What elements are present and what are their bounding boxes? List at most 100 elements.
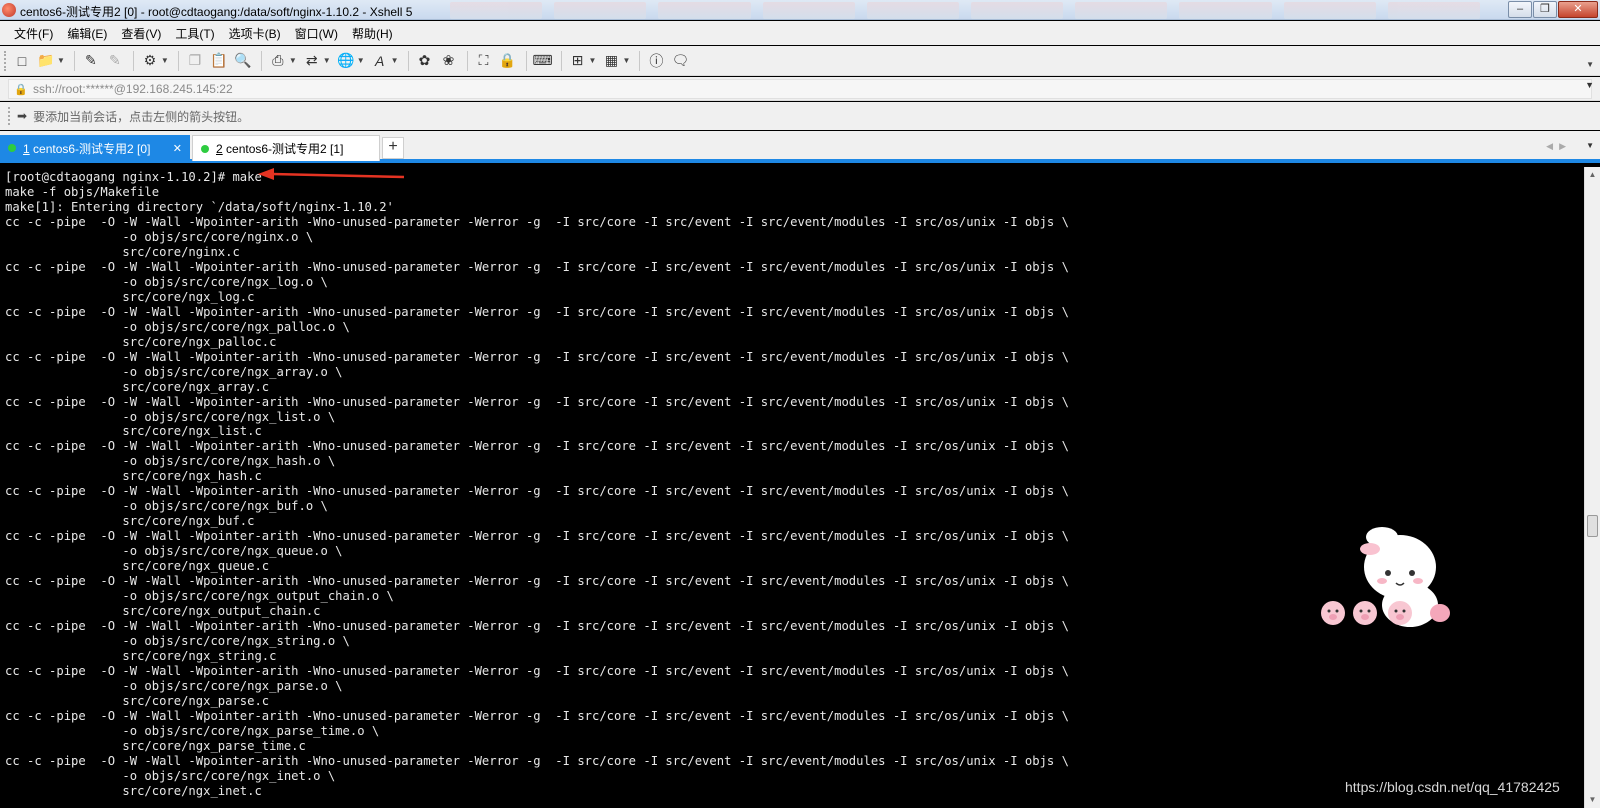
- reconnect-icon[interactable]: ✎: [80, 50, 102, 72]
- tab-close-icon[interactable]: ✕: [173, 142, 182, 155]
- watermark-url: https://blog.csdn.net/qq_41782425: [1345, 779, 1560, 795]
- terminal-line: -o objs/src/core/ngx_string.o \: [122, 634, 350, 649]
- transfer-dropdown-icon[interactable]: ▼: [323, 56, 331, 65]
- scroll-thumb[interactable]: [1587, 515, 1598, 537]
- terminal-line: cc -c -pipe -O -W -Wall -Wpointer-arith …: [5, 214, 1069, 229]
- disconnect-icon[interactable]: ✎: [104, 50, 126, 72]
- terminal-line: cc -c -pipe -O -W -Wall -Wpointer-arith …: [5, 753, 1069, 768]
- annotation-arrow-head: [258, 168, 274, 180]
- menu-window[interactable]: 窗口(W): [289, 25, 344, 42]
- terminal-line: src/core/ngx_buf.c: [122, 514, 255, 529]
- terminal-line: src/core/ngx_parse_time.c: [122, 738, 306, 753]
- tab-label: 2 centos6-测试专用2 [1]: [216, 140, 343, 157]
- terminal-line: -o objs/src/core/ngx_array.o \: [122, 364, 343, 379]
- terminal-text: [root@cdtaogang nginx-1.10.2]# make make…: [5, 170, 1069, 799]
- help-icon[interactable]: ⓘ: [645, 50, 667, 72]
- close-icon[interactable]: ✕: [1558, 1, 1598, 18]
- tab-bar: 1 centos6-测试专用2 [0] ✕ 2 centos6-测试专用2 [1…: [0, 131, 1600, 163]
- terminal-line: src/core/ngx_inet.c: [5, 783, 262, 798]
- xshell-app-icon: [2, 3, 16, 17]
- terminal-lines: make -f objs/Makefile make[1]: Entering …: [5, 185, 1069, 798]
- minimize-icon[interactable]: –: [1508, 1, 1532, 18]
- layout-dropdown-icon[interactable]: ▼: [622, 56, 630, 65]
- status-dot-icon: [8, 144, 16, 152]
- lock-icon[interactable]: 🔒: [497, 50, 519, 72]
- address-field[interactable]: 🔒 ssh://root:******@192.168.245.145:22: [8, 79, 1592, 99]
- transfer-icon[interactable]: ⇄: [301, 50, 323, 72]
- chat-icon[interactable]: 🗨: [669, 50, 691, 72]
- open-folder-icon[interactable]: 📁: [35, 50, 57, 72]
- terminal-line: cc -c -pipe -O -W -Wall -Wpointer-arith …: [5, 439, 1069, 454]
- terminal-line: -o objs/src/core/ngx_inet.o \: [122, 768, 336, 783]
- annotation-arrow-line: [271, 172, 405, 179]
- scroll-down-icon[interactable]: ▼: [1585, 792, 1600, 808]
- tab-number: 2: [216, 142, 223, 156]
- window-controls: – ❐ ✕: [1508, 1, 1598, 18]
- globe-icon[interactable]: 🌐: [335, 50, 357, 72]
- terminal-line: src/core/nginx.c: [122, 244, 240, 259]
- terminal-line: -o objs/src/core/ngx_buf.o \: [122, 499, 328, 514]
- tab-session-0[interactable]: 1 centos6-测试专用2 [0] ✕: [0, 135, 190, 161]
- menu-help[interactable]: 帮助(H): [346, 25, 399, 42]
- terminal-line: -o objs/src/core/ngx_list.o \: [122, 409, 336, 424]
- toolbar-separator: [260, 50, 262, 71]
- tab-session-1[interactable]: 2 centos6-测试专用2 [1]: [192, 135, 380, 161]
- terminal-line: make -f objs/Makefile: [5, 184, 160, 199]
- menu-tools[interactable]: 工具(T): [169, 25, 220, 42]
- print-icon[interactable]: ⎙: [267, 50, 289, 72]
- menu-tabs[interactable]: 选项卡(B): [223, 25, 287, 42]
- terminal-line: cc -c -pipe -O -W -Wall -Wpointer-arith …: [5, 484, 1069, 499]
- terminal-line: cc -c -pipe -O -W -Wall -Wpointer-arith …: [5, 394, 1069, 409]
- add-session-dropdown-icon[interactable]: ▼: [589, 56, 597, 65]
- properties-icon[interactable]: ⚙: [139, 50, 161, 72]
- terminal-line: cc -c -pipe -O -W -Wall -Wpointer-arith …: [5, 574, 1069, 589]
- encoding-dropdown-icon[interactable]: ▼: [357, 56, 365, 65]
- terminal-line: -o objs/src/core/nginx.o \: [122, 229, 314, 244]
- lock-icon: 🔒: [14, 83, 28, 96]
- restore-icon[interactable]: ❐: [1533, 1, 1557, 18]
- tab-list-dropdown-icon[interactable]: ▼: [1586, 141, 1594, 150]
- menu-edit[interactable]: 编辑(E): [61, 25, 113, 42]
- toolbar: □ 📁 ▼ ✎ ✎ ⚙ ▼ ❐ 📋 🔍 ⎙ ▼ ⇄ ▼ 🌐 ▼ A ▼ ✿ ❀ ⛶ 🔒 ⌨ …: [0, 46, 1600, 76]
- menu-file[interactable]: 文件(F): [8, 25, 59, 42]
- tab-scroll-arrows-icon[interactable]: ◀▶: [1546, 141, 1572, 152]
- terminal-line: src/core/ngx_array.c: [122, 379, 270, 394]
- terminal-line: -o objs/src/core/ngx_parse_time.o \: [122, 723, 380, 738]
- bunny-sticker-image: [1321, 527, 1450, 627]
- terminal-output[interactable]: [root@cdtaogang nginx-1.10.2]# make make…: [0, 167, 1584, 808]
- terminal-line: src/core/ngx_string.c: [122, 649, 277, 663]
- fullscreen-icon[interactable]: ⛶: [473, 50, 495, 72]
- xftp-icon[interactable]: ✿: [414, 50, 436, 72]
- terminal-line: -o objs/src/core/ngx_log.o \: [122, 274, 328, 289]
- copy-icon[interactable]: ❐: [184, 50, 206, 72]
- hint-grip: [8, 107, 11, 125]
- tab-title: centos6-测试专用2 [1]: [222, 142, 344, 156]
- font-dropdown-icon[interactable]: ▼: [391, 56, 399, 65]
- address-dropdown-icon[interactable]: ▼: [1585, 80, 1594, 90]
- open-dropdown-icon[interactable]: ▼: [57, 56, 65, 65]
- properties-dropdown-icon[interactable]: ▼: [161, 56, 169, 65]
- add-session-icon[interactable]: ⊞: [567, 50, 589, 72]
- add-to-session-arrow-icon[interactable]: ➡: [17, 109, 27, 123]
- toolbar-separator: [73, 50, 75, 71]
- hint-bar: ➡ 要添加当前会话，点击左侧的箭头按钮。: [0, 102, 1600, 130]
- terminal-scrollbar[interactable]: ▲ ▼: [1584, 167, 1600, 808]
- toolbar-overflow-icon[interactable]: ▼: [1586, 60, 1594, 69]
- hint-text: 要添加当前会话，点击左侧的箭头按钮。: [33, 109, 250, 124]
- xshell-icon[interactable]: ❀: [438, 50, 460, 72]
- font-icon[interactable]: A: [369, 50, 391, 72]
- terminal-line: make[1]: Entering directory `/data/soft/…: [5, 199, 394, 214]
- terminal-line: cc -c -pipe -O -W -Wall -Wpointer-arith …: [5, 259, 1069, 274]
- add-tab-button[interactable]: +: [382, 137, 404, 159]
- terminal-line: cc -c -pipe -O -W -Wall -Wpointer-arith …: [5, 619, 1069, 634]
- scroll-up-icon[interactable]: ▲: [1585, 167, 1600, 183]
- keyboard-icon[interactable]: ⌨: [532, 50, 554, 72]
- new-session-icon[interactable]: □: [11, 50, 33, 72]
- print-dropdown-icon[interactable]: ▼: [289, 56, 297, 65]
- layout-icon[interactable]: ▦: [600, 50, 622, 72]
- toolbar-separator: [407, 50, 409, 71]
- terminal-line: cc -c -pipe -O -W -Wall -Wpointer-arith …: [5, 663, 1069, 678]
- find-icon[interactable]: 🔍: [232, 50, 254, 72]
- paste-icon[interactable]: 📋: [208, 50, 230, 72]
- menu-view[interactable]: 查看(V): [115, 25, 167, 42]
